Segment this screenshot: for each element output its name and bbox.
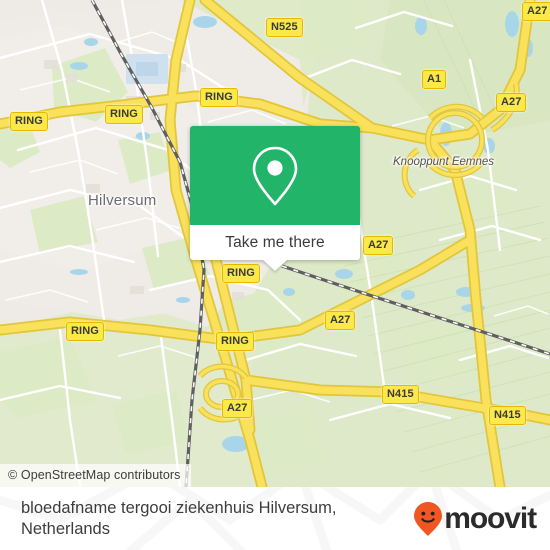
road-shield-a27[interactable]: A27 xyxy=(325,311,356,330)
road-shield-ring[interactable]: RING xyxy=(66,322,104,341)
road-shield-a27[interactable]: A27 xyxy=(522,2,550,21)
popup-tail xyxy=(262,259,288,271)
footer-bar: bloedafname tergooi ziekenhuis Hilversum… xyxy=(0,487,550,550)
location-popup[interactable]: Take me there xyxy=(190,126,360,271)
popup-cta-panel[interactable]: Take me there xyxy=(190,225,360,271)
place-label-hilversum: Hilversum xyxy=(88,192,157,209)
moovit-wordmark: moovit xyxy=(444,501,537,535)
road-shield-ring[interactable]: RING xyxy=(216,332,254,351)
road-shield-ring[interactable]: RING xyxy=(222,264,260,283)
moovit-map-page: Hilversum Knooppunt Eemnes RING RING RIN… xyxy=(0,0,550,550)
road-shield-ring[interactable]: RING xyxy=(200,88,238,107)
road-shield-n525[interactable]: N525 xyxy=(266,18,303,37)
take-me-there-label: Take me there xyxy=(225,233,325,251)
road-shield-ring[interactable]: RING xyxy=(10,112,48,131)
popup-pin-panel xyxy=(190,126,360,225)
road-shield-n415[interactable]: N415 xyxy=(489,406,526,425)
map-pin-icon xyxy=(252,146,298,205)
moovit-smiley-pin-icon xyxy=(414,501,443,536)
road-shield-ring[interactable]: RING xyxy=(105,105,143,124)
map-attribution[interactable]: © OpenStreetMap contributors xyxy=(0,464,191,487)
moovit-brand-logo[interactable]: moovit xyxy=(413,501,537,537)
road-shield-n415[interactable]: N415 xyxy=(382,385,419,404)
location-title: bloedafname tergooi ziekenhuis Hilversum… xyxy=(21,498,337,538)
road-shield-a27[interactable]: A27 xyxy=(363,236,394,255)
junction-label-knooppunt-eemnes: Knooppunt Eemnes xyxy=(393,156,495,168)
road-shield-a27[interactable]: A27 xyxy=(222,399,253,418)
road-shield-a27[interactable]: A27 xyxy=(496,93,527,112)
road-shield-a1[interactable]: A1 xyxy=(422,70,447,89)
